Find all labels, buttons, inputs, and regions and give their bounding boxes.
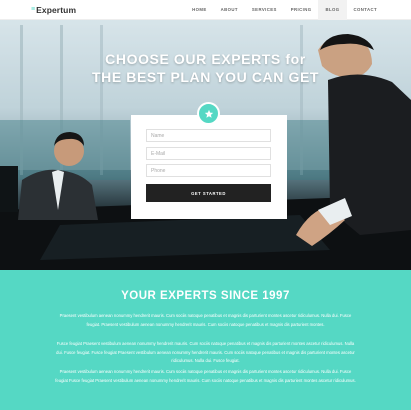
email-input[interactable] (146, 147, 271, 160)
nav-item-blog[interactable]: BLOG (318, 0, 347, 20)
logo-mark-icon: ≡ (31, 6, 36, 13)
section-title: YOUR EXPERTS SINCE 1997 (121, 290, 290, 302)
section-paragraph-2: Fusce feugiat Praesent vestibulum aenean… (56, 341, 355, 363)
signup-form: GET STARTED (131, 115, 287, 219)
experts-section: YOUR EXPERTS SINCE 1997 Praesent vestibu… (0, 270, 411, 410)
hero-title-line-2: THE BEST PLAN YOU CAN GET (91, 69, 320, 85)
form-badge (197, 102, 220, 125)
get-started-button[interactable]: GET STARTED (146, 184, 271, 202)
top-navbar: ≡ Expertum HOME ABOUT SERVICES PRICING B… (0, 0, 411, 20)
nav-item-home[interactable]: HOME (185, 0, 214, 20)
main-menu: HOME ABOUT SERVICES PRICING BLOG CONTACT (185, 0, 384, 20)
nav-item-about[interactable]: ABOUT (214, 0, 245, 20)
phone-input[interactable] (146, 164, 271, 177)
section-paragraph-3: Praesent vestibulum aenean nonummy hendr… (55, 369, 356, 383)
nav-item-services[interactable]: SERVICES (245, 0, 284, 20)
section-paragraph-1: Praesent vestibulum aenean nonummy hendr… (59, 313, 352, 327)
nav-item-pricing[interactable]: PRICING (284, 0, 319, 20)
star-icon (204, 109, 213, 118)
logo-text: Expertum (36, 4, 77, 15)
nav-item-contact[interactable]: CONTACT (347, 0, 385, 20)
name-input[interactable] (146, 129, 271, 142)
hero-title-line-1: CHOOSE OUR EXPERTS for (105, 51, 306, 67)
logo[interactable]: ≡ Expertum (31, 0, 76, 20)
